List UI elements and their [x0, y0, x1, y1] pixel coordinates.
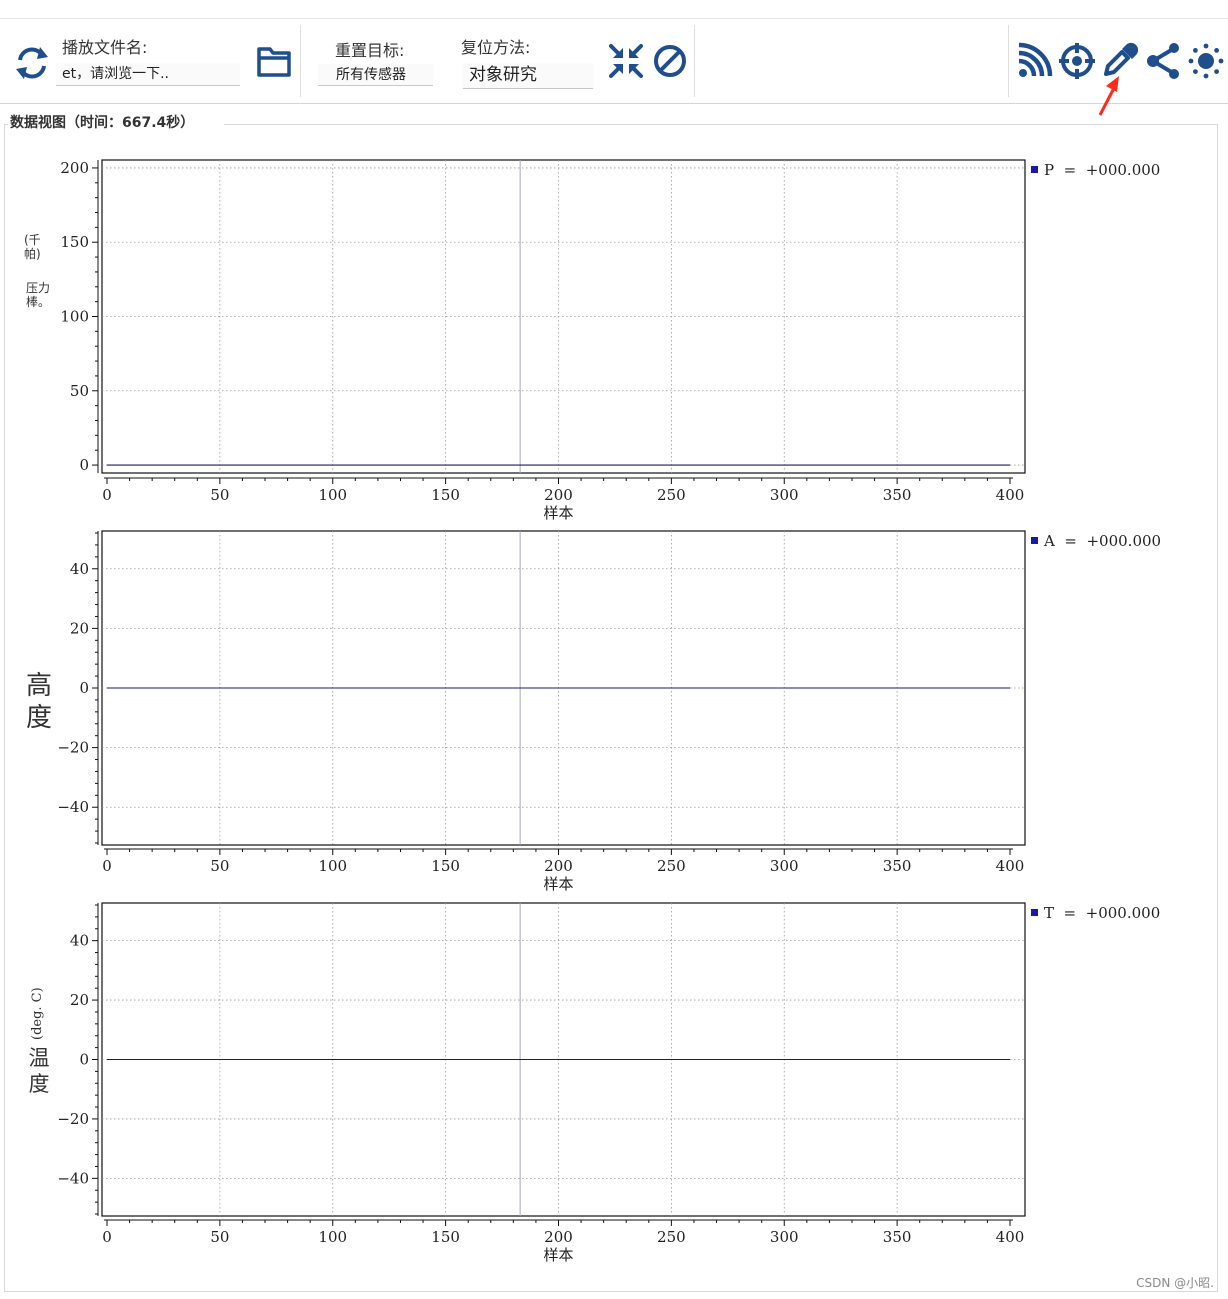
data-view-panel — [4, 124, 1218, 1292]
toolbar-separator — [1008, 25, 1009, 97]
refresh-icon[interactable] — [12, 43, 52, 83]
reset-method-select[interactable]: 对象研究 — [463, 63, 593, 89]
compress-icon[interactable] — [606, 41, 646, 81]
reset-target-select[interactable]: 所有传感器 — [318, 64, 433, 86]
altitude-ylabel-1: 高 — [25, 671, 52, 701]
share-icon[interactable] — [1143, 41, 1183, 81]
temperature-ylabel-1: 温 — [28, 1046, 50, 1070]
data-view-title: 数据视图（时间：667.4秒） — [8, 112, 225, 132]
reset-target-label: 重置目标: — [335, 41, 405, 60]
toolbar-separator — [300, 25, 301, 97]
rss-icon[interactable] — [1014, 41, 1054, 81]
crosshair-icon[interactable] — [1057, 41, 1097, 81]
reset-method-label: 复位方法: — [461, 38, 531, 57]
pressure-ylabel-name: 压力棒。 — [26, 281, 51, 309]
play-file-label: 播放文件名: — [62, 38, 148, 57]
altitude-legend: A = +000.000 — [1031, 532, 1161, 550]
altitude-legend-text: A = +000.000 — [1044, 532, 1162, 550]
toolbar-separator — [694, 25, 695, 97]
legend-swatch — [1031, 537, 1038, 544]
toolbar: 播放文件名: et，请浏览一下.. 重置目标: 所有传感器 复位方法: 对象研究 — [0, 18, 1228, 104]
folder-icon[interactable] — [254, 41, 294, 81]
legend-swatch — [1031, 166, 1038, 173]
cancel-icon[interactable] — [650, 41, 690, 81]
pressure-legend-text: P = +000.000 — [1044, 161, 1161, 179]
watermark: CSDN @小昭. — [1136, 1276, 1214, 1290]
pressure-legend: P = +000.000 — [1031, 161, 1160, 179]
brightness-icon[interactable] — [1186, 41, 1226, 81]
eyedropper-icon[interactable] — [1100, 41, 1140, 81]
temperature-legend: T = +000.000 — [1031, 904, 1160, 922]
temperature-legend-text: T = +000.000 — [1044, 904, 1161, 922]
legend-swatch — [1031, 909, 1038, 916]
temperature-ylabel-2: 度 — [28, 1072, 50, 1096]
altitude-ylabel-2: 度 — [25, 703, 52, 733]
play-file-input[interactable]: et，请浏览一下.. — [56, 63, 240, 86]
temperature-ylabel-unit: (deg. C) — [30, 987, 45, 1040]
pressure-ylabel-unit: (千帕) — [24, 233, 41, 261]
